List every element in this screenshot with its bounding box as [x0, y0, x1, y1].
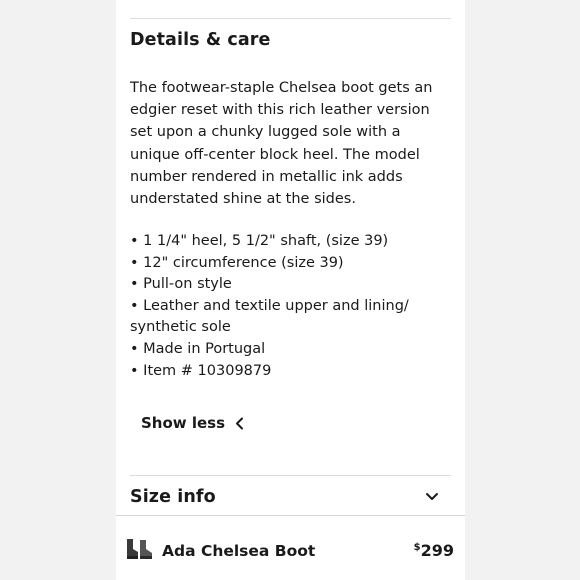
details-care-heading: Details & care: [130, 30, 271, 50]
list-item: • Pull-on style: [130, 276, 232, 293]
list-item: • 12" circumference (size 39): [130, 254, 344, 271]
show-less-label: Show less: [141, 414, 226, 432]
chevron-down-icon[interactable]: [425, 489, 439, 509]
product-price: $299: [414, 541, 454, 560]
chevron-left-icon: [235, 417, 244, 430]
product-features-list: • 1 1/4" heel, 5 1/2" shaft, (size 39) •…: [130, 231, 451, 382]
divider: [130, 18, 451, 19]
list-item: • 1 1/4" heel, 5 1/2" shaft, (size 39): [130, 233, 389, 249]
show-less-button[interactable]: Show less: [141, 414, 244, 432]
price-amount: 299: [420, 541, 454, 560]
product-name: Ada Chelsea Boot: [162, 542, 316, 560]
size-info-heading[interactable]: Size info: [130, 487, 216, 507]
list-item: • Item # 10309879: [130, 362, 272, 379]
sticky-product-bar: Ada Chelsea Boot $299: [116, 515, 465, 580]
list-item: • Made in Portugal: [130, 340, 266, 357]
list-item: • Leather and textile upper and lining/ …: [130, 297, 409, 336]
product-details-panel: Details & care The footwear-staple Chels…: [116, 0, 465, 580]
product-description: The footwear-staple Chelsea boot gets an…: [130, 80, 433, 208]
price-currency: $: [413, 542, 421, 553]
divider: [130, 475, 451, 476]
boot-thumbnail: [125, 538, 155, 564]
